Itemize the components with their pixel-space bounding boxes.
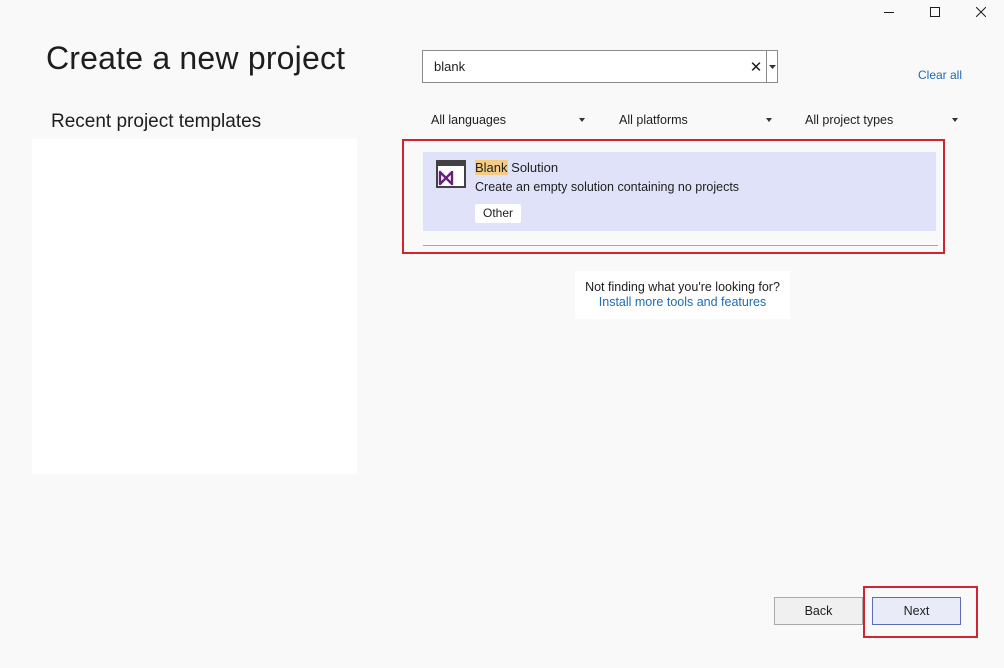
chevron-down-icon	[768, 64, 776, 69]
chevron-down-icon	[766, 118, 772, 122]
template-description: Create an empty solution containing no p…	[475, 180, 740, 194]
visual-studio-solution-icon	[436, 160, 466, 188]
project-type-filter-dropdown[interactable]: All project types	[805, 107, 958, 133]
search-history-dropdown[interactable]	[766, 51, 777, 82]
maximize-button[interactable]	[912, 0, 958, 24]
chevron-down-icon	[952, 118, 958, 122]
page-title: Create a new project	[46, 40, 346, 76]
maximize-icon	[930, 7, 940, 17]
not-finding-question: Not finding what you're looking for?	[585, 280, 780, 294]
language-filter-dropdown[interactable]: All languages	[431, 107, 585, 133]
template-item-blank-solution[interactable]: Blank Solution Create an empty solution …	[423, 152, 936, 231]
back-button[interactable]: Back	[774, 597, 863, 625]
list-divider	[423, 245, 938, 246]
search-box: ✕	[422, 50, 778, 83]
recent-templates-heading: Recent project templates	[51, 111, 262, 132]
search-input[interactable]	[423, 51, 746, 82]
template-title: Blank Solution	[475, 160, 558, 175]
platform-filter-dropdown[interactable]: All platforms	[619, 107, 772, 133]
install-more-tools-link[interactable]: Install more tools and features	[575, 295, 790, 309]
clear-all-link[interactable]: Clear all	[918, 68, 962, 82]
clear-search-icon[interactable]: ✕	[746, 51, 766, 82]
language-filter-label: All languages	[431, 113, 507, 127]
window-controls	[866, 0, 1004, 24]
close-button[interactable]	[958, 0, 1004, 24]
recent-templates-list	[32, 139, 357, 474]
template-tag: Other	[475, 204, 522, 223]
search-match-highlight: Blank	[475, 160, 508, 175]
chevron-down-icon	[579, 118, 585, 122]
minimize-icon	[884, 12, 894, 13]
platform-filter-label: All platforms	[619, 113, 688, 127]
next-button[interactable]: Next	[872, 597, 961, 625]
project-type-filter-label: All project types	[805, 113, 894, 127]
minimize-button[interactable]	[866, 0, 912, 24]
close-icon	[976, 7, 986, 17]
template-title-rest: Solution	[507, 160, 559, 175]
not-finding-panel: Not finding what you're looking for? Ins…	[575, 271, 790, 319]
